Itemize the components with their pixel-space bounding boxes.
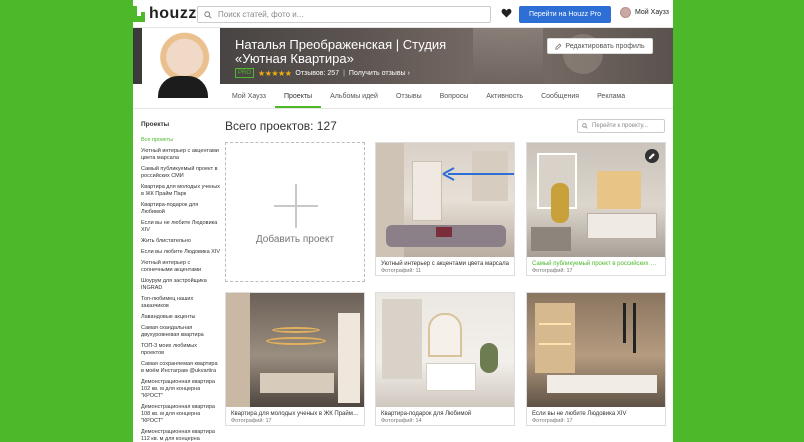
project-title: Уютный интерьер с акцентами цвета марсал… xyxy=(381,261,509,267)
project-image xyxy=(226,293,364,407)
projects-sidebar: Проекты Все проекты Уютный интерьер с ак… xyxy=(141,121,221,442)
tab-my-houzz[interactable]: Мой Хаузз xyxy=(223,86,275,108)
profile-name: Наталья Преображенская | Студия «Уютная … xyxy=(235,37,447,66)
sidebar-item[interactable]: Жить блистательно xyxy=(141,238,221,245)
project-card[interactable]: Уютный интерьер с акцентами цвета марсал… xyxy=(375,142,515,276)
sidebar-item[interactable]: Демонстрационная квартира 102 кв. м для … xyxy=(141,379,221,400)
project-card[interactable]: Квартира-подарок для Любимой Фотографий:… xyxy=(375,292,515,426)
add-project-label: Добавить проект xyxy=(255,234,335,245)
edit-profile-button[interactable]: Редактировать профиль xyxy=(547,38,653,54)
profile-tabs: Мой Хаузз Проекты Альбомы идей Отзывы Во… xyxy=(223,86,634,108)
projects-total: Всего проектов: 127 xyxy=(225,119,337,133)
project-image xyxy=(376,143,514,257)
add-project-card[interactable]: Добавить проект xyxy=(225,142,365,282)
go-to-houzz-pro-button[interactable]: Перейти на Houzz Pro xyxy=(519,6,611,23)
sidebar-item[interactable]: Уютный интерьер с солнечными акцентами xyxy=(141,260,221,274)
user-menu[interactable]: Мой Хаузз xyxy=(620,7,669,18)
project-title: Если вы не любите Людовика XIV xyxy=(532,411,627,417)
sidebar-item[interactable]: Лавандовые акценты xyxy=(141,314,221,321)
tab-questions[interactable]: Вопросы xyxy=(431,86,478,108)
rating-stars: ★★★★★ xyxy=(258,68,292,78)
tab-idea-albums[interactable]: Альбомы идей xyxy=(321,86,387,108)
sidebar-item[interactable]: Если вы любите Людовика XIV xyxy=(141,249,221,256)
tab-advertising[interactable]: Реклама xyxy=(588,86,634,108)
edit-project-pencil[interactable] xyxy=(645,149,659,163)
sidebar-item[interactable]: Если вы не любите Людовика XIV xyxy=(141,220,221,234)
project-card[interactable]: Самый публикуемый проект в российских СМ… xyxy=(526,142,666,276)
photo-count: Фотографий: 17 xyxy=(532,418,573,424)
reviews-count[interactable]: Отзывов: 257 xyxy=(295,70,339,77)
tab-activity[interactable]: Активность xyxy=(477,86,532,108)
search-input[interactable] xyxy=(218,10,478,19)
houzz-logo-icon xyxy=(133,6,145,22)
sidebar-item[interactable]: ТОП-3 моих любимых проектов xyxy=(141,343,221,357)
sidebar-item[interactable]: Демонстрационная квартира 112 кв. м для … xyxy=(141,429,221,442)
photo-count: Фотографий: 17 xyxy=(231,418,272,424)
sidebar-heading: Проекты xyxy=(141,121,170,128)
project-card[interactable]: Если вы не любите Людовика XIV Фотографи… xyxy=(526,292,666,426)
user-label: Мой Хаузз xyxy=(635,9,669,16)
tab-messages[interactable]: Сообщения xyxy=(532,86,588,108)
sidebar-item[interactable]: Квартира для молодых ученых в ЖК Прайм П… xyxy=(141,184,221,198)
sidebar-item[interactable]: Квартира-подарок для Любимой xyxy=(141,202,221,216)
logo-text: houzz xyxy=(149,5,197,22)
sidebar-item[interactable]: Демонстрационная квартира 108 кв. м для … xyxy=(141,404,221,425)
pencil-icon xyxy=(648,153,655,160)
houzz-page: houzz Перейти на Houzz Pro Мой Хаузз Нат… xyxy=(133,0,673,442)
search-icon xyxy=(582,123,588,129)
project-title: Квартира-подарок для Любимой xyxy=(381,411,472,417)
project-title: Самый публикуемый проект в российских СМ… xyxy=(532,261,664,267)
sidebar-item[interactable]: Самая сохраняемая квартира в моём Инстаг… xyxy=(141,361,221,375)
sidebar-item[interactable]: Самая скандальная двухуровневая квартира xyxy=(141,325,221,339)
tab-projects[interactable]: Проекты xyxy=(274,86,322,108)
pencil-icon xyxy=(555,43,562,50)
sidebar-item[interactable]: Шоурум для застройщика INGRAD xyxy=(141,278,221,292)
top-navigation: houzz Перейти на Houzz Pro Мой Хаузз xyxy=(133,0,673,28)
user-avatar xyxy=(620,7,631,18)
get-reviews-link[interactable]: Получить отзывы › xyxy=(349,70,410,77)
sidebar-item[interactable]: Самый публикуемый проект в российских СМ… xyxy=(141,166,221,180)
profile-avatar xyxy=(142,28,220,100)
jump-placeholder: Перейти к проекту... xyxy=(592,123,648,129)
profile-stats: PRO ★★★★★ Отзывов: 257 | Получить отзывы… xyxy=(235,68,410,78)
arrow-icon xyxy=(442,167,514,181)
photo-count: Фотографий: 14 xyxy=(381,418,422,424)
heart-icon[interactable] xyxy=(501,8,512,18)
sidebar-item[interactable]: Уютный интерьер с акцентами цвета марсал… xyxy=(141,148,221,162)
project-title: Квартира для молодых ученых в ЖК Прайм П… xyxy=(231,411,364,417)
search-box[interactable] xyxy=(197,6,491,23)
jump-to-project-input[interactable]: Перейти к проекту... xyxy=(577,119,665,133)
photo-count: Фотографий: 17 xyxy=(532,268,573,274)
tab-reviews[interactable]: Отзывы xyxy=(387,86,431,108)
houzz-logo[interactable]: houzz xyxy=(133,5,197,23)
pro-badge: PRO xyxy=(235,68,255,78)
search-icon xyxy=(204,10,212,19)
project-image xyxy=(376,293,514,407)
sidebar-item-all-projects[interactable]: Все проекты xyxy=(141,137,221,144)
project-card[interactable]: Квартира для молодых ученых в ЖК Прайм П… xyxy=(225,292,365,426)
sidebar-item[interactable]: Топ-любимец наших заказчиков xyxy=(141,296,221,310)
project-image xyxy=(527,143,665,257)
edit-profile-label: Редактировать профиль xyxy=(565,42,645,50)
project-image xyxy=(527,293,665,407)
photo-count: Фотографий: 11 xyxy=(381,268,422,274)
